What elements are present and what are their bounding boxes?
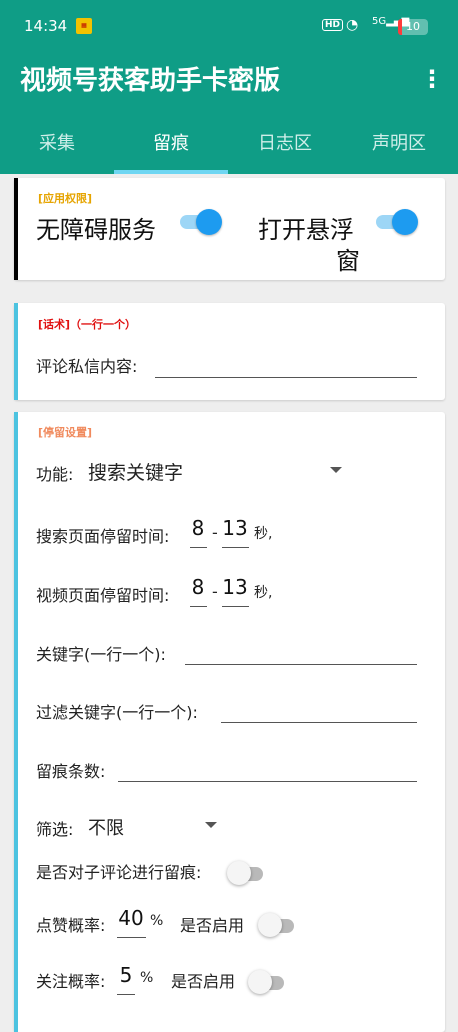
seconds-unit: 秒,	[254, 526, 273, 542]
function-select[interactable]: 搜索关键字	[88, 458, 183, 485]
function-label: 功能:	[36, 465, 74, 484]
tab-indicator	[114, 170, 228, 174]
tab-statement[interactable]: 声明区	[342, 118, 456, 170]
card-accent-bar	[14, 412, 18, 1032]
like-probability-label: 点赞概率:	[36, 916, 106, 935]
percent-sign: %	[150, 913, 164, 929]
input-underline	[222, 606, 249, 607]
tab-log[interactable]: 日志区	[228, 118, 342, 170]
network-label: 5G	[372, 16, 387, 27]
like-enable-switch[interactable]	[258, 913, 298, 937]
status-time: 14:34	[24, 17, 68, 35]
input-underline	[190, 547, 207, 548]
overlay-label-line2: 窗	[336, 247, 360, 275]
app-title: 视频号获客助手卡密版	[20, 66, 281, 96]
battery-icon: 10	[398, 19, 428, 35]
seconds-unit: 秒,	[254, 585, 273, 601]
script-card: [话术]（一行一个） 评论私信内容:	[14, 303, 445, 400]
input-underline	[117, 937, 146, 938]
switch-thumb	[258, 913, 282, 937]
app-bar: 14:34 ▦ HD ◔ 5G▂▄▆ 10 视频号获客助手卡密版 ⋮ 采集 留痕…	[0, 0, 458, 174]
filter-label: 筛选:	[36, 820, 74, 839]
overlay-label: 打开悬浮	[258, 216, 354, 244]
follow-enable-label: 是否启用	[171, 972, 236, 991]
trace-count-input[interactable]	[118, 781, 417, 782]
input-underline	[117, 994, 135, 995]
percent-sign: %	[140, 970, 154, 986]
dropdown-arrow-icon[interactable]	[205, 822, 217, 828]
dropdown-arrow-icon[interactable]	[330, 467, 342, 473]
filter-select[interactable]: 不限	[88, 814, 124, 840]
switch-thumb	[196, 209, 222, 235]
stay-settings-card: [停留设置] 功能: 搜索关键字 搜索页面停留时间: 8 - 13 秒, 视频页…	[14, 412, 445, 1032]
search-stay-max-input[interactable]: 13	[222, 516, 248, 540]
switch-thumb	[392, 209, 418, 235]
follow-probability-label: 关注概率:	[36, 972, 106, 991]
filter-keywords-input[interactable]	[221, 722, 417, 723]
like-enable-label: 是否启用	[180, 916, 245, 935]
video-stay-max-input[interactable]: 13	[222, 575, 248, 599]
switch-thumb	[227, 861, 251, 885]
card-accent-bar	[14, 178, 18, 280]
follow-enable-switch[interactable]	[248, 970, 288, 994]
input-underline	[222, 547, 249, 548]
filter-keywords-label: 过滤关键字(一行一个):	[36, 703, 198, 722]
follow-probability-input[interactable]: 5	[117, 963, 135, 987]
subcomment-label: 是否对子评论进行留痕:	[36, 863, 202, 882]
permissions-card: [应用权限] 无障碍服务 打开悬浮 窗	[14, 178, 445, 280]
search-stay-label: 搜索页面停留时间:	[36, 527, 170, 546]
switch-thumb	[248, 970, 272, 994]
permissions-title: [应用权限]	[38, 192, 93, 205]
comment-label: 评论私信内容:	[36, 357, 138, 376]
comment-input[interactable]	[155, 377, 417, 378]
overlay-switch[interactable]	[376, 209, 418, 235]
accessibility-label: 无障碍服务	[36, 216, 156, 244]
status-bar: 14:34 ▦ HD ◔ 5G▂▄▆ 10	[0, 0, 458, 52]
range-dash: -	[212, 582, 218, 601]
more-vert-icon[interactable]: ⋮	[420, 64, 444, 94]
accessibility-switch[interactable]	[180, 209, 222, 235]
tab-trace[interactable]: 留痕	[114, 118, 228, 170]
script-title: [话术]（一行一个）	[38, 318, 137, 331]
video-stay-min-input[interactable]: 8	[190, 575, 206, 599]
keywords-input[interactable]	[185, 664, 417, 665]
hd-icon: HD	[322, 19, 344, 31]
search-stay-min-input[interactable]: 8	[190, 516, 206, 540]
stay-settings-title: [停留设置]	[38, 426, 93, 439]
video-stay-label: 视频页面停留时间:	[36, 586, 170, 605]
keywords-label: 关键字(一行一个):	[36, 645, 166, 664]
subcomment-switch[interactable]	[227, 861, 267, 885]
like-probability-input[interactable]: 40	[117, 906, 145, 930]
trace-count-label: 留痕条数:	[36, 762, 106, 781]
input-underline	[190, 606, 207, 607]
card-accent-bar	[14, 303, 18, 400]
wifi-icon: ◔	[346, 17, 359, 33]
notification-app-icon: ▦	[76, 18, 92, 34]
tab-collect[interactable]: 采集	[0, 118, 114, 170]
range-dash: -	[212, 523, 218, 542]
